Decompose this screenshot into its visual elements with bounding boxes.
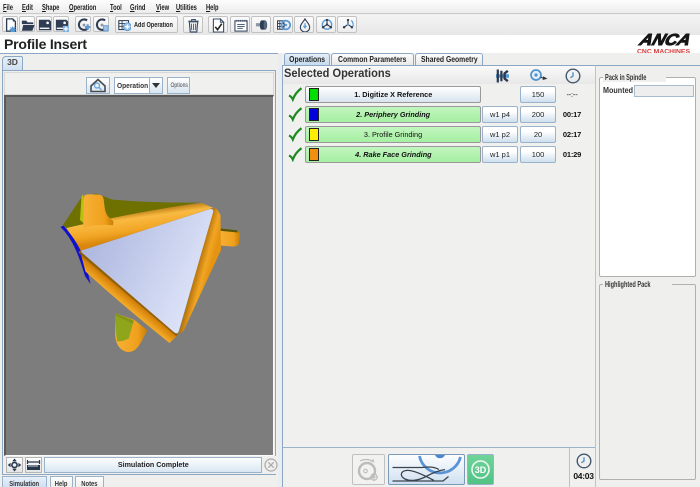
svg-text:ANCA: ANCA <box>636 31 693 49</box>
svg-text:3D: 3D <box>475 465 487 475</box>
